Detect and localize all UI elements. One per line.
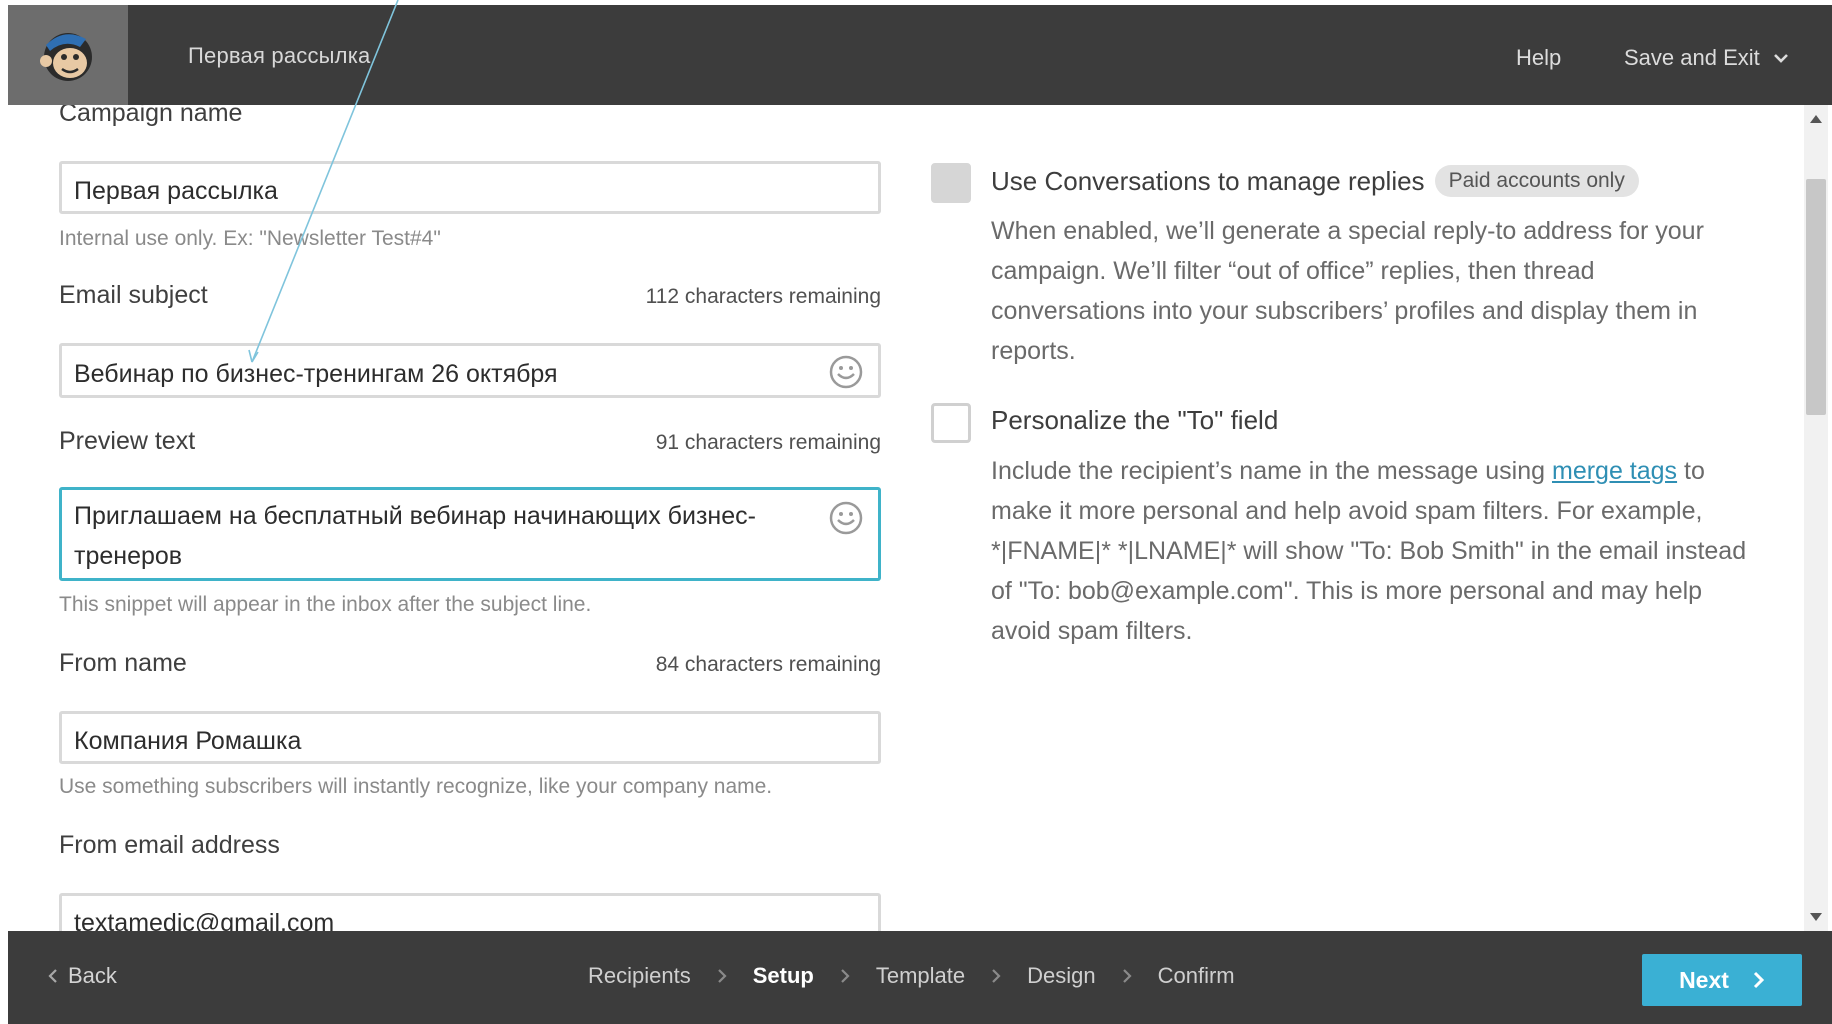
campaign-setup-page: Первая рассылка Help Save and Exit Campa…: [0, 0, 1832, 1024]
email-subject-counter: 112 characters remaining: [645, 285, 881, 308]
next-label: Next: [1679, 966, 1729, 993]
top-bar: Первая рассылка Help Save and Exit: [8, 5, 1832, 105]
preview-text-hint: This snippet will appear in the inbox af…: [59, 593, 592, 616]
chevron-right-icon: [1122, 968, 1132, 984]
email-subject-input[interactable]: Вебинар по бизнес-тренингам 26 октября: [59, 343, 881, 398]
scroll-up-arrow[interactable]: [1810, 115, 1822, 123]
back-label: Back: [68, 963, 117, 988]
scrollbar[interactable]: [1804, 105, 1828, 931]
from-name-counter: 84 characters remaining: [655, 653, 881, 676]
step-design[interactable]: Design: [1027, 963, 1095, 989]
chevron-right-icon: [717, 968, 727, 984]
chevron-right-icon: [840, 968, 850, 984]
save-and-exit-menu[interactable]: Save and Exit: [1624, 45, 1788, 71]
smiley-icon[interactable]: [828, 354, 864, 397]
setup-content: Campaign name Первая рассылка Internal u…: [8, 105, 1804, 931]
email-subject-label: Email subject: [59, 281, 208, 309]
chevron-down-icon: [1773, 54, 1788, 63]
next-button[interactable]: Next: [1642, 954, 1802, 1006]
preview-text-label: Preview text: [59, 427, 196, 455]
scroll-down-arrow[interactable]: [1810, 913, 1822, 921]
personalize-desc-after: to make it more personal and help avoid …: [991, 457, 1747, 645]
conversations-description: When enabled, we’ll generate a special r…: [991, 217, 1704, 365]
chevron-left-icon: [48, 969, 57, 983]
merge-tags-link[interactable]: merge tags: [1552, 457, 1677, 485]
from-name-input[interactable]: Компания Ромашка: [59, 711, 881, 764]
paid-accounts-badge: Paid accounts only: [1434, 165, 1639, 197]
personalize-to-checkbox[interactable]: [931, 403, 971, 443]
campaign-name-label: Campaign name: [59, 105, 243, 127]
from-email-label: From email address: [59, 831, 280, 859]
from-name-label: From name: [59, 649, 187, 677]
campaign-name-hint: Internal use only. Ex: "Newsletter Test#…: [59, 227, 441, 250]
chevron-right-icon: [991, 968, 1001, 984]
save-and-exit-label: Save and Exit: [1624, 45, 1760, 70]
step-confirm[interactable]: Confirm: [1158, 963, 1235, 989]
from-email-value: textamedic@gmail.com: [74, 909, 335, 931]
help-link[interactable]: Help: [1516, 45, 1561, 71]
chevron-right-icon: [1753, 971, 1765, 989]
conversations-checkbox[interactable]: [931, 163, 971, 203]
step-recipients[interactable]: Recipients: [588, 963, 691, 989]
step-setup[interactable]: Setup: [753, 963, 814, 989]
preview-text-input[interactable]: Приглашаем на бесплатный вебинар начинаю…: [59, 487, 881, 581]
campaign-title: Первая рассылка: [188, 43, 371, 68]
preview-text-value: Приглашаем на бесплатный вебинар начинаю…: [74, 502, 756, 570]
preview-text-counter: 91 characters remaining: [655, 431, 881, 454]
campaign-name-value: Первая рассылка: [74, 177, 278, 205]
scroll-thumb[interactable]: [1806, 179, 1826, 415]
chimp-logo-icon: [40, 33, 92, 81]
email-subject-value: Вебинар по бизнес-тренингам 26 октября: [74, 360, 558, 388]
from-name-value: Компания Ромашка: [74, 727, 302, 755]
bottom-bar: Back Recipients Setup Template Design Co…: [8, 931, 1832, 1024]
personalize-to-option: Personalize the "To" field: [991, 405, 1278, 436]
smiley-icon[interactable]: [828, 500, 864, 543]
conversations-option: Use Conversations to manage replies Paid…: [991, 165, 1639, 197]
from-email-input[interactable]: textamedic@gmail.com: [59, 893, 881, 931]
back-button[interactable]: Back: [48, 963, 117, 989]
from-name-hint: Use something subscribers will instantly…: [59, 775, 773, 798]
personalize-to-title: Personalize the "To" field: [991, 405, 1279, 435]
wizard-steps: Recipients Setup Template Design Confirm: [588, 963, 1235, 989]
personalize-to-description: Include the recipient’s name in the mess…: [991, 451, 1751, 651]
personalize-desc-before: Include the recipient’s name in the mess…: [991, 457, 1552, 485]
step-template[interactable]: Template: [876, 963, 965, 989]
campaign-name-input[interactable]: Первая рассылка: [59, 161, 881, 214]
logo[interactable]: [8, 5, 128, 105]
conversations-title: Use Conversations to manage replies: [991, 165, 1425, 196]
